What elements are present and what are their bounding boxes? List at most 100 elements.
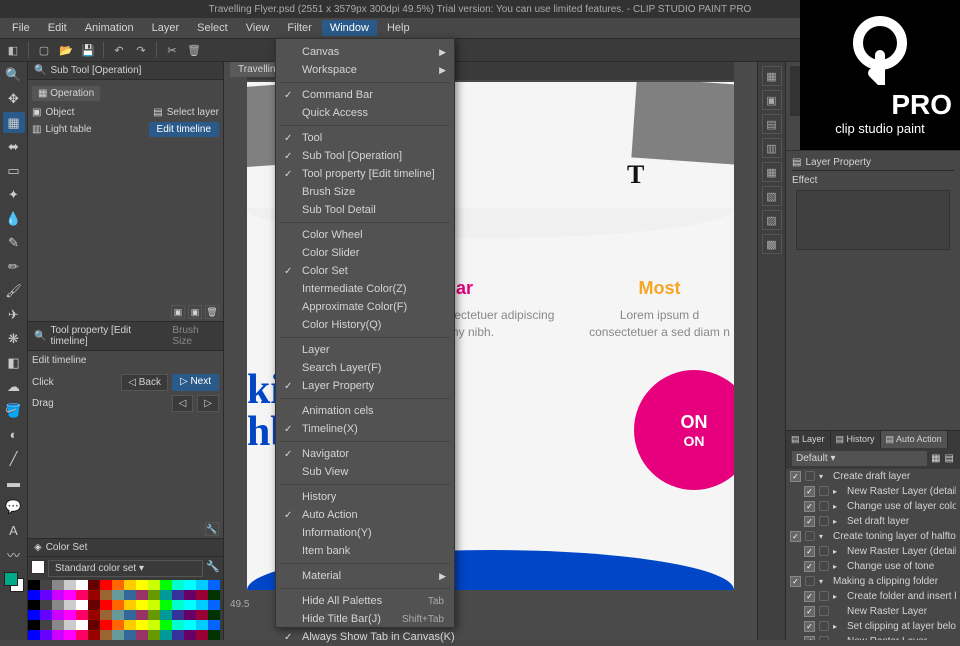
- color-swatch-cell[interactable]: [136, 630, 148, 640]
- action-record-icon[interactable]: [819, 516, 829, 526]
- color-swatch-cell[interactable]: [208, 580, 220, 590]
- action-row[interactable]: ✓▾Create draft layer: [786, 469, 960, 484]
- menu-select[interactable]: Select: [189, 20, 236, 36]
- menu-item-color-wheel[interactable]: Color Wheel: [276, 226, 454, 244]
- color-swatch-cell[interactable]: [88, 580, 100, 590]
- menu-item-sub-tool-detail[interactable]: Sub Tool Detail: [276, 201, 454, 219]
- action-menu-icon[interactable]: ▤: [945, 453, 954, 464]
- color-swatch-cell[interactable]: [40, 600, 52, 610]
- action-row[interactable]: ✓▸Set clipping at layer below: [786, 619, 960, 634]
- action-checkbox[interactable]: ✓: [790, 531, 801, 542]
- colorset-config-icon[interactable]: 🔧: [206, 560, 220, 577]
- color-swatch-cell[interactable]: [64, 620, 76, 630]
- color-swatch-cell[interactable]: [148, 590, 160, 600]
- color-swatch-cell[interactable]: [124, 610, 136, 620]
- menu-item-intermediate-color-z-[interactable]: Intermediate Color(Z): [276, 280, 454, 298]
- colorset-panel-tab[interactable]: ◈ Color Set: [28, 539, 223, 557]
- color-swatch-cell[interactable]: [184, 610, 196, 620]
- color-swatch-cell[interactable]: [196, 590, 208, 600]
- color-swatch-cell[interactable]: [172, 620, 184, 630]
- color-swatch-cell[interactable]: [40, 590, 52, 600]
- color-swatch-cell[interactable]: [100, 630, 112, 640]
- color-swatch-cell[interactable]: [136, 590, 148, 600]
- menu-item-approximate-color-f-[interactable]: Approximate Color(F): [276, 298, 454, 316]
- correct-line-tool[interactable]: 〰: [3, 544, 25, 565]
- menu-animation[interactable]: Animation: [77, 20, 142, 36]
- color-swatch-cell[interactable]: [208, 630, 220, 640]
- color-swatch-cell[interactable]: [148, 600, 160, 610]
- eraser-tool[interactable]: ◧: [3, 352, 25, 373]
- edit-timeline-button[interactable]: Edit timeline: [149, 122, 219, 137]
- menu-item-command-bar[interactable]: ✓Command Bar: [276, 86, 454, 104]
- menu-item-navigator[interactable]: ✓Navigator: [276, 445, 454, 463]
- action-row[interactable]: ✓▾Making a clipping folder: [786, 574, 960, 589]
- color-swatch-cell[interactable]: [172, 580, 184, 590]
- subtool-panel-tab[interactable]: 🔍 Sub Tool [Operation]: [28, 62, 223, 80]
- color-swatch-cell[interactable]: [172, 590, 184, 600]
- menu-item-information-y-[interactable]: Information(Y): [276, 524, 454, 542]
- color-swatch-cell[interactable]: [100, 600, 112, 610]
- color-swatch-cell[interactable]: [76, 630, 88, 640]
- colorset-swatch-icon[interactable]: [31, 560, 45, 574]
- action-record-icon[interactable]: [819, 591, 829, 601]
- menu-layer[interactable]: Layer: [144, 20, 188, 36]
- add-subtool-icon[interactable]: ▣: [171, 305, 185, 319]
- color-swatch-cell[interactable]: [208, 620, 220, 630]
- color-swatch-cell[interactable]: [52, 600, 64, 610]
- action-checkbox[interactable]: ✓: [804, 501, 815, 512]
- frame-tool[interactable]: ▬: [3, 472, 25, 493]
- color-swatch-cell[interactable]: [160, 620, 172, 630]
- color-swatch-cell[interactable]: [208, 610, 220, 620]
- action-record-icon[interactable]: [819, 636, 829, 640]
- color-swatch-cell[interactable]: [112, 610, 124, 620]
- color-swatch-cell[interactable]: [40, 620, 52, 630]
- zoom-tool[interactable]: 🔍: [3, 64, 25, 85]
- menu-item-material[interactable]: Material▶: [276, 567, 454, 585]
- action-row[interactable]: ✓New Raster Layer: [786, 634, 960, 641]
- menu-item-always-show-tab-in-canvas-k-[interactable]: ✓Always Show Tab in Canvas(K): [276, 628, 454, 646]
- toolprop-config-icon[interactable]: 🔧: [205, 522, 219, 536]
- tab-auto-action[interactable]: ▤ Auto Action: [881, 431, 948, 448]
- color-swatch-cell[interactable]: [136, 610, 148, 620]
- color-swatches[interactable]: [28, 580, 224, 640]
- color-swatch-cell[interactable]: [100, 610, 112, 620]
- menu-item-brush-size[interactable]: Brush Size: [276, 183, 454, 201]
- action-checkbox[interactable]: ✓: [804, 516, 815, 527]
- action-record-icon[interactable]: [819, 606, 829, 616]
- color-swatch-cell[interactable]: [112, 600, 124, 610]
- color-swatch-cell[interactable]: [136, 580, 148, 590]
- cut-icon[interactable]: ✂: [163, 41, 181, 59]
- balloon-tool[interactable]: 💬: [3, 496, 25, 517]
- color-swatch-cell[interactable]: [28, 610, 40, 620]
- action-record-icon[interactable]: [805, 576, 815, 586]
- color-swatch-cell[interactable]: [196, 600, 208, 610]
- back-button[interactable]: ◁ Back: [121, 374, 168, 391]
- action-row[interactable]: ✓▸New Raster Layer (detail): [786, 484, 960, 499]
- color-swatch-cell[interactable]: [64, 600, 76, 610]
- menu-item-tool-property-edit-timeline-[interactable]: ✓Tool property [Edit timeline]: [276, 165, 454, 183]
- material-mono-icon[interactable]: ▥: [762, 138, 782, 158]
- action-row[interactable]: ✓New Raster Layer: [786, 604, 960, 619]
- color-swatch-cell[interactable]: [124, 620, 136, 630]
- color-swatch-cell[interactable]: [124, 580, 136, 590]
- menu-item-hide-all-palettes[interactable]: Hide All PalettesTab: [276, 592, 454, 610]
- action-checkbox[interactable]: ✓: [804, 561, 815, 572]
- color-swatch-cell[interactable]: [196, 610, 208, 620]
- delete-subtool-icon[interactable]: 🗑: [205, 305, 219, 319]
- color-swatch-cell[interactable]: [76, 600, 88, 610]
- action-config-icon[interactable]: ▦: [931, 453, 940, 464]
- action-row[interactable]: ✓▸Create folder and insert layer: [786, 589, 960, 604]
- select-layer-icon[interactable]: ▤: [153, 107, 162, 118]
- color-swatch-cell[interactable]: [88, 620, 100, 630]
- menu-item-history[interactable]: History: [276, 488, 454, 506]
- action-row[interactable]: ✓▸Change use of tone: [786, 559, 960, 574]
- copy-subtool-icon[interactable]: ▣: [188, 305, 202, 319]
- color-swatch-cell[interactable]: [196, 620, 208, 630]
- color-swatch-cell[interactable]: [52, 580, 64, 590]
- undo-icon[interactable]: ↶: [110, 41, 128, 59]
- move-tool[interactable]: ✥: [3, 88, 25, 109]
- menu-item-hide-title-bar-j-[interactable]: Hide Title Bar(J)Shift+Tab: [276, 610, 454, 628]
- color-swatch-cell[interactable]: [52, 610, 64, 620]
- color-swatch-cell[interactable]: [100, 620, 112, 630]
- color-swatch-cell[interactable]: [76, 590, 88, 600]
